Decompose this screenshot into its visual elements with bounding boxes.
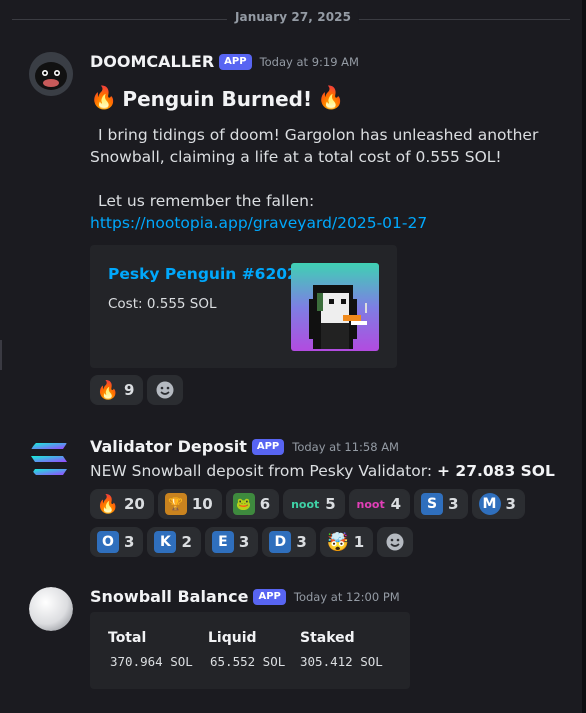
body-line: Let us remember the fallen:: [98, 192, 315, 210]
embed-heading: 🔥 Penguin Burned! 🔥: [90, 84, 344, 114]
value-total: 370.964 SOL: [110, 654, 193, 669]
reaction-count: 3: [448, 495, 459, 513]
value-liquid: 65.552 SOL: [210, 654, 286, 669]
column-header-staked: Staked: [300, 630, 355, 646]
column-header-liquid: Liquid: [208, 630, 257, 646]
embed-cost: Cost: 0.555 SOL: [108, 296, 217, 312]
letter-d-icon: D: [269, 531, 292, 553]
reaction-noot-pink[interactable]: noot 4: [348, 489, 411, 519]
reaction-count: 10: [191, 495, 213, 513]
fire-icon: 🔥: [96, 493, 120, 515]
reaction-count: 20: [124, 495, 145, 513]
letter-e-icon: E: [211, 531, 234, 553]
reaction-bar-row2: O3 K2 E3 D3 🤯 1: [90, 527, 414, 557]
avatar-validator[interactable]: [29, 437, 73, 481]
reaction-noot-green[interactable]: noot 5: [283, 489, 345, 519]
fire-icon: 🔥: [96, 379, 120, 401]
fire-icon: 🔥: [90, 86, 118, 111]
trophy-creature-icon: 🏆: [164, 493, 187, 515]
deposit-amount: + 27.083 SOL: [437, 462, 555, 480]
reaction-letter-s[interactable]: S3: [414, 489, 468, 519]
timestamp[interactable]: Today at 12:00 PM: [294, 590, 400, 604]
app-badge: APP: [251, 438, 285, 455]
deposit-text: NEW Snowball deposit from Pesky Validato…: [90, 462, 433, 480]
username[interactable]: DOOMCALLER: [90, 52, 214, 71]
reaction-bar-row1: 🔥 20 🏆 10 🐸 6 noot 5 noot 4 S3 M3: [90, 489, 525, 519]
username[interactable]: Snowball Balance: [90, 587, 248, 606]
reaction-count: 9: [124, 381, 135, 399]
noot-green-icon: noot: [291, 497, 320, 511]
message-header: DOOMCALLER APP Today at 9:19 AM: [90, 52, 359, 71]
reaction-letter-m[interactable]: M3: [471, 489, 525, 519]
date-divider-label: January 27, 2025: [226, 10, 360, 24]
reaction-count: 3: [124, 533, 135, 551]
letter-s-icon: S: [421, 493, 444, 515]
username[interactable]: Validator Deposit: [90, 437, 247, 456]
avatar-doomcaller[interactable]: [29, 52, 73, 96]
message-body: NEW Snowball deposit from Pesky Validato…: [90, 460, 555, 482]
pixel-penguin-icon: [291, 263, 379, 351]
embed-title[interactable]: Pesky Penguin #6202: [108, 265, 298, 283]
scrollbar-track[interactable]: [582, 0, 586, 713]
nft-embed: Pesky Penguin #6202 Cost: 0.555 SOL: [90, 245, 397, 368]
message-body: I bring tidings of doom! Gargolon has un…: [90, 124, 538, 234]
snowball-icon: [29, 587, 73, 631]
balance-embed: Total Liquid Staked 370.964 SOL 65.552 S…: [90, 612, 410, 689]
heading-text: Penguin Burned!: [122, 87, 313, 111]
reaction-count: 3: [505, 495, 516, 513]
reaction-fire[interactable]: 🔥 20: [90, 489, 154, 519]
solana-logo-icon: [31, 443, 67, 475]
letter-o-icon: O: [97, 531, 119, 553]
column-header-total: Total: [108, 630, 147, 646]
reaction-count: 4: [390, 495, 402, 513]
reaction-count: 5: [325, 495, 336, 513]
body-line: I bring tidings of doom! Gargolon has un…: [98, 126, 539, 144]
reaction-trophy-creature[interactable]: 🏆 10: [157, 489, 222, 519]
add-reaction-button[interactable]: [147, 375, 184, 405]
reaction-count: 3: [238, 533, 250, 551]
green-creature-icon: 🐸: [232, 493, 255, 515]
graveyard-link[interactable]: https://nootopia.app/graveyard/2025-01-2…: [90, 212, 538, 234]
body-line: Snowball, claiming a life at a total cos…: [90, 148, 502, 166]
resize-handle[interactable]: [0, 340, 2, 370]
reaction-letter-e[interactable]: E3: [204, 527, 259, 557]
nft-thumbnail[interactable]: [291, 263, 379, 351]
timestamp[interactable]: Today at 9:19 AM: [260, 55, 359, 69]
app-badge: APP: [219, 53, 252, 70]
reaction-mind-blown[interactable]: 🤯 1: [319, 527, 374, 557]
reaction-letter-d[interactable]: D3: [262, 527, 316, 557]
reaction-count: 2: [181, 533, 192, 551]
smiley-add-icon: [156, 381, 174, 399]
letter-m-icon: M: [478, 493, 501, 515]
reaction-count: 3: [296, 533, 307, 551]
reaction-bar: 🔥 9: [90, 375, 184, 405]
reaction-letter-k[interactable]: K2: [147, 527, 201, 557]
penguin-avatar-icon: [29, 52, 73, 96]
reaction-fire[interactable]: 🔥 9: [90, 375, 144, 405]
reaction-letter-o[interactable]: O3: [90, 527, 144, 557]
fire-icon: 🔥: [317, 86, 345, 111]
reaction-green-creature[interactable]: 🐸 6: [225, 489, 280, 519]
letter-k-icon: K: [154, 531, 177, 553]
app-badge: APP: [253, 588, 286, 605]
message-header: Validator Deposit APP Today at 11:58 AM: [90, 437, 399, 456]
timestamp[interactable]: Today at 11:58 AM: [292, 440, 399, 454]
avatar-snowball[interactable]: [29, 587, 73, 631]
message-header: Snowball Balance APP Today at 12:00 PM: [90, 587, 400, 606]
reaction-count: 6: [259, 495, 271, 513]
reaction-count: 1: [353, 533, 365, 551]
mind-blown-icon: 🤯: [326, 531, 349, 553]
value-staked: 305.412 SOL: [300, 654, 383, 669]
noot-pink-icon: noot: [356, 497, 385, 511]
add-reaction-button[interactable]: [377, 527, 414, 557]
smiley-add-icon: [386, 533, 404, 551]
